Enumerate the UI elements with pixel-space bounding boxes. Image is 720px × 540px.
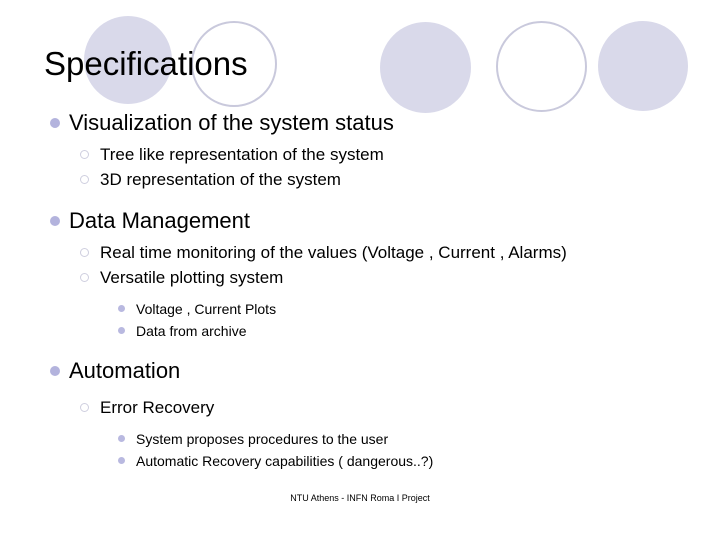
- deco-circle-3-icon: [380, 22, 471, 113]
- bullet-marker-level1-icon: [50, 366, 60, 376]
- bullet-level3: Automatic Recovery capabilities ( danger…: [0, 451, 720, 472]
- bullet-text: Data Management: [69, 208, 250, 233]
- bullet-marker-level2-icon: [80, 248, 89, 257]
- bullet-text: Error Recovery: [100, 398, 215, 417]
- bullet-marker-level2-icon: [80, 175, 89, 184]
- bullet-level2: Versatile plotting system: [0, 266, 720, 290]
- bullet-level3: Data from archive: [0, 321, 720, 342]
- slide-title: Specifications: [44, 45, 248, 82]
- bullet-level2: Error Recovery: [0, 396, 720, 420]
- bullet-text: Automatic Recovery capabilities ( danger…: [136, 453, 434, 469]
- bullet-level2: Tree like representation of the system: [0, 143, 720, 167]
- bullet-marker-level1-icon: [50, 216, 60, 226]
- bullet-text: Tree like representation of the system: [100, 145, 384, 164]
- bullet-text: Visualization of the system status: [69, 110, 394, 135]
- bullet-text: System proposes procedures to the user: [136, 431, 389, 447]
- presentation-slide: Specifications Visualization of the syst…: [0, 0, 720, 540]
- bullet-text: Real time monitoring of the values (Volt…: [100, 243, 567, 262]
- bullet-text: Voltage , Current Plots: [136, 301, 277, 317]
- bullet-level1: Automation: [0, 356, 720, 387]
- bullet-level1: Data Management: [0, 206, 720, 237]
- bullet-text: Data from archive: [136, 323, 247, 339]
- bullet-marker-level1-icon: [50, 118, 60, 128]
- bullet-level3: Voltage , Current Plots: [0, 299, 720, 320]
- slide-footer: NTU Athens - INFN Roma I Project: [290, 493, 430, 503]
- bullet-marker-level3-icon: [118, 435, 125, 442]
- bullet-text: Automation: [69, 358, 181, 383]
- bullet-text: 3D representation of the system: [100, 170, 341, 189]
- bullet-marker-level3-icon: [118, 327, 125, 334]
- deco-circle-4-icon: [496, 21, 587, 112]
- bullet-marker-level2-icon: [80, 403, 89, 412]
- bullet-marker-level3-icon: [118, 457, 125, 464]
- bullet-level2: Real time monitoring of the values (Volt…: [0, 241, 720, 265]
- bullet-text: Versatile plotting system: [100, 268, 284, 287]
- bullet-level1: Visualization of the system status: [0, 108, 720, 139]
- bullet-level3: System proposes procedures to the user: [0, 429, 720, 450]
- bullet-marker-level2-icon: [80, 150, 89, 159]
- bullet-marker-level2-icon: [80, 273, 89, 282]
- slide-body: Visualization of the system status Tree …: [0, 108, 720, 473]
- bullet-marker-level3-icon: [118, 305, 125, 312]
- bullet-level2: 3D representation of the system: [0, 168, 720, 192]
- deco-circle-5-icon: [598, 21, 688, 111]
